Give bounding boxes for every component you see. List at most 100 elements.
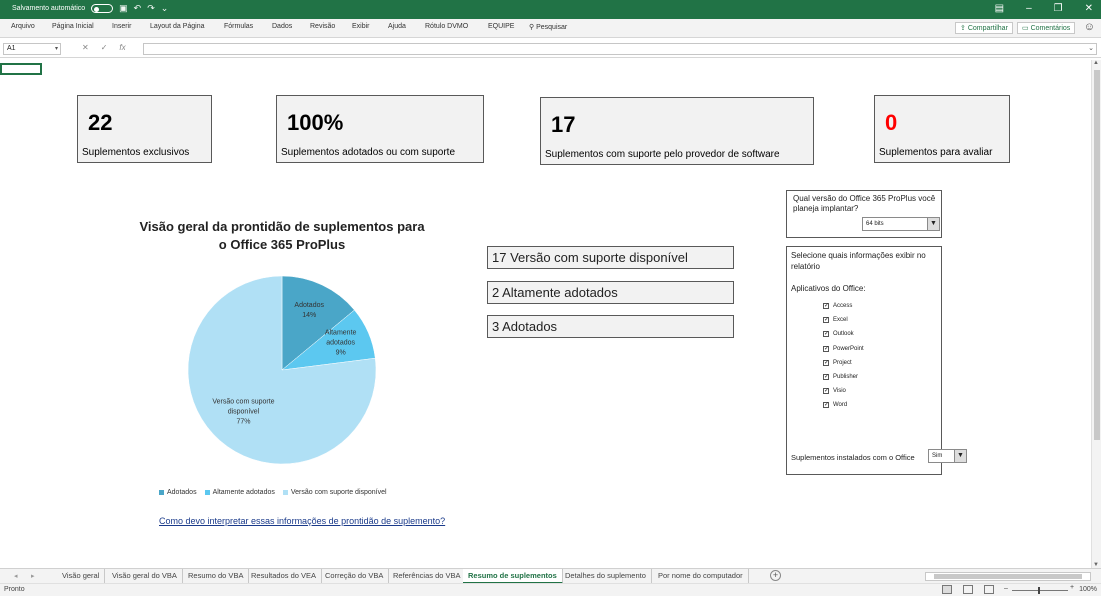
checkbox-check-icon[interactable]: ✓: [823, 331, 829, 338]
help-link[interactable]: Como devo interpretar essas informações …: [159, 516, 445, 526]
checkbox-check-icon[interactable]: ✓: [823, 345, 829, 352]
tab-exibir[interactable]: Exibir: [352, 23, 370, 30]
scroll-up-icon[interactable]: ▲: [1093, 60, 1099, 66]
app-checkbox-excel[interactable]: ✓ Excel: [823, 317, 848, 324]
tab-layout-da-pagina[interactable]: Layout da Página: [150, 23, 205, 30]
sheet-tab[interactable]: Correção do VBA: [320, 569, 390, 584]
installed-select[interactable]: Sim ▼: [928, 449, 967, 463]
normal-view-icon[interactable]: [942, 585, 952, 594]
tab-arquivo[interactable]: Arquivo: [11, 23, 35, 30]
kpi-vendor-supported[interactable]: 17 Suplementos com suporte pelo provedor…: [540, 97, 814, 165]
version-question: Qual versão do Office 365 ProPlus você p…: [793, 194, 936, 213]
sheet-tab[interactable]: Resultados do VEA: [246, 569, 323, 584]
cancel-icon[interactable]: ✕: [82, 43, 89, 52]
selected-cell[interactable]: [0, 63, 42, 75]
version-select[interactable]: 64 bits ▼: [862, 217, 940, 231]
name-box[interactable]: A1 ▾: [3, 43, 61, 55]
tab-formulas[interactable]: Fórmulas: [224, 23, 253, 30]
save-icon[interactable]: ▣: [119, 4, 128, 13]
checkbox-label: Publisher: [833, 374, 859, 380]
chevron-down-icon[interactable]: ▼: [954, 450, 966, 462]
checkbox-check-icon[interactable]: ✓: [823, 374, 829, 380]
app-checkbox-outlook[interactable]: ✓ Outlook: [823, 331, 854, 338]
title-bar: Salvamento automático ▣ ↶ ↷ ⌄ ▤ – ❐ ✕: [0, 0, 1101, 19]
checkbox-check-icon[interactable]: ✓: [823, 388, 829, 395]
customize-icon[interactable]: ⌄: [161, 4, 169, 13]
enter-check-icon[interactable]: ✓: [101, 43, 108, 52]
checkbox-check-icon[interactable]: ✓: [823, 402, 829, 409]
add-sheet-icon[interactable]: +: [770, 570, 781, 581]
sheet-tab[interactable]: Visão geral: [57, 569, 106, 584]
kpi-label: Suplementos exclusivos: [82, 147, 190, 158]
comment-icon: ▭: [1022, 25, 1029, 32]
page-break-view-icon[interactable]: [984, 585, 994, 594]
sheet-tab[interactable]: Resumo do VBA: [183, 569, 250, 584]
app-checkbox-project[interactable]: ✓ Project: [823, 359, 852, 366]
zoom-slider[interactable]: [1012, 587, 1068, 594]
zoom-out-icon[interactable]: –: [1004, 585, 1008, 592]
zoom-slider-knob[interactable]: [1038, 587, 1040, 594]
app-checkbox-access[interactable]: ✓ Access: [823, 303, 852, 309]
app-checkbox-publisher[interactable]: ✓ Publisher: [823, 374, 858, 380]
restore-icon[interactable]: ❐: [1054, 3, 1063, 15]
installed-select-value: Sim: [932, 453, 943, 459]
zoom-in-icon[interactable]: +: [1070, 584, 1074, 591]
page-layout-view-icon[interactable]: [963, 585, 973, 594]
search-box[interactable]: ⚲ Pesquisar: [529, 23, 567, 31]
app-checkbox-powerpoint[interactable]: ✓ PowerPoint: [823, 345, 864, 352]
share-button[interactable]: ⇪ Compartilhar: [955, 22, 1013, 34]
tab-revisao[interactable]: Revisão: [310, 23, 335, 30]
tab-equipe[interactable]: EQUIPE: [488, 23, 514, 30]
tab-ajuda[interactable]: Ajuda: [388, 23, 406, 30]
scroll-thumb[interactable]: [934, 574, 1082, 579]
summary-highly-adopted[interactable]: 2 Altamente adotados: [487, 281, 734, 304]
summary-adopted[interactable]: 3 Adotados: [487, 315, 734, 338]
feedback-smiley-icon[interactable]: ☺: [1084, 21, 1095, 33]
sheet-tab[interactable]: Resumo de suplementos: [463, 569, 563, 584]
redo-icon[interactable]: ↷: [147, 4, 155, 13]
chart-title: Visão geral da prontidão de suplementos …: [118, 218, 446, 254]
app-checkbox-word[interactable]: ✓ Word: [823, 402, 847, 409]
worksheet[interactable]: 22 Suplementos exclusivos 100% Suplement…: [0, 60, 1101, 568]
summary-supported-version[interactable]: 17 Versão com suporte disponível: [487, 246, 734, 269]
chevron-down-icon[interactable]: ▾: [55, 44, 58, 54]
name-box-value: A1: [7, 45, 16, 52]
kpi-to-review[interactable]: 0 Suplementos para avaliar: [874, 95, 1010, 163]
ribbon-display-icon[interactable]: ▤: [995, 3, 1004, 15]
checkbox-check-icon[interactable]: ✓: [823, 317, 829, 324]
pie-chart[interactable]: Adotados 14%Altamente adotados 9%Versão com…: [160, 260, 406, 480]
tab-rotulo-dvmo[interactable]: Rótulo DVMO: [425, 23, 468, 30]
autosave-toggle[interactable]: [91, 4, 114, 13]
next-sheet-icon[interactable]: ▸: [31, 572, 35, 580]
expand-formula-icon[interactable]: ⌄: [1088, 44, 1094, 52]
close-icon[interactable]: ✕: [1085, 3, 1093, 15]
sheet-tab[interactable]: Referências do VBA: [388, 569, 467, 584]
tab-dados[interactable]: Dados: [272, 23, 292, 30]
formula-input[interactable]: ⌄: [143, 43, 1097, 55]
insert-function-icon[interactable]: fx: [119, 43, 125, 52]
minimize-icon[interactable]: –: [1026, 3, 1032, 15]
checkbox-label: Excel: [833, 317, 848, 324]
comments-button[interactable]: ▭ Comentários: [1017, 22, 1076, 34]
kpi-value: 0: [885, 110, 898, 135]
checkbox-label: Project: [833, 359, 852, 366]
checkbox-check-icon[interactable]: ✓: [823, 303, 829, 309]
kpi-label: Suplementos para avaliar: [879, 147, 993, 158]
sheet-tab[interactable]: Detalhes do suplemento: [560, 569, 652, 584]
chevron-down-icon[interactable]: ▼: [927, 218, 939, 230]
vertical-scrollbar[interactable]: ▲ ▼: [1091, 60, 1101, 568]
app-checkbox-visio[interactable]: ✓ Visio: [823, 388, 846, 395]
installed-label: Suplementos instalados com o Office: [791, 453, 915, 462]
horizontal-scrollbar[interactable]: [925, 572, 1091, 581]
tab-inserir[interactable]: Inserir: [112, 23, 131, 30]
undo-icon[interactable]: ↶: [134, 4, 142, 13]
sheet-tab[interactable]: Visão geral do VBA: [107, 569, 183, 584]
kpi-unique-addins[interactable]: 22 Suplementos exclusivos: [77, 95, 212, 163]
checkbox-check-icon[interactable]: ✓: [823, 359, 829, 366]
kpi-adopted-supported[interactable]: 100% Suplementos adotados ou com suporte: [276, 95, 484, 163]
sheet-tab[interactable]: Por nome do computador: [653, 569, 749, 584]
tab-pagina-inicial[interactable]: Página Inicial: [52, 23, 94, 30]
prev-sheet-icon[interactable]: ◂: [14, 572, 18, 580]
checkbox-label: Outlook: [833, 331, 854, 338]
scroll-thumb[interactable]: [1094, 70, 1100, 440]
